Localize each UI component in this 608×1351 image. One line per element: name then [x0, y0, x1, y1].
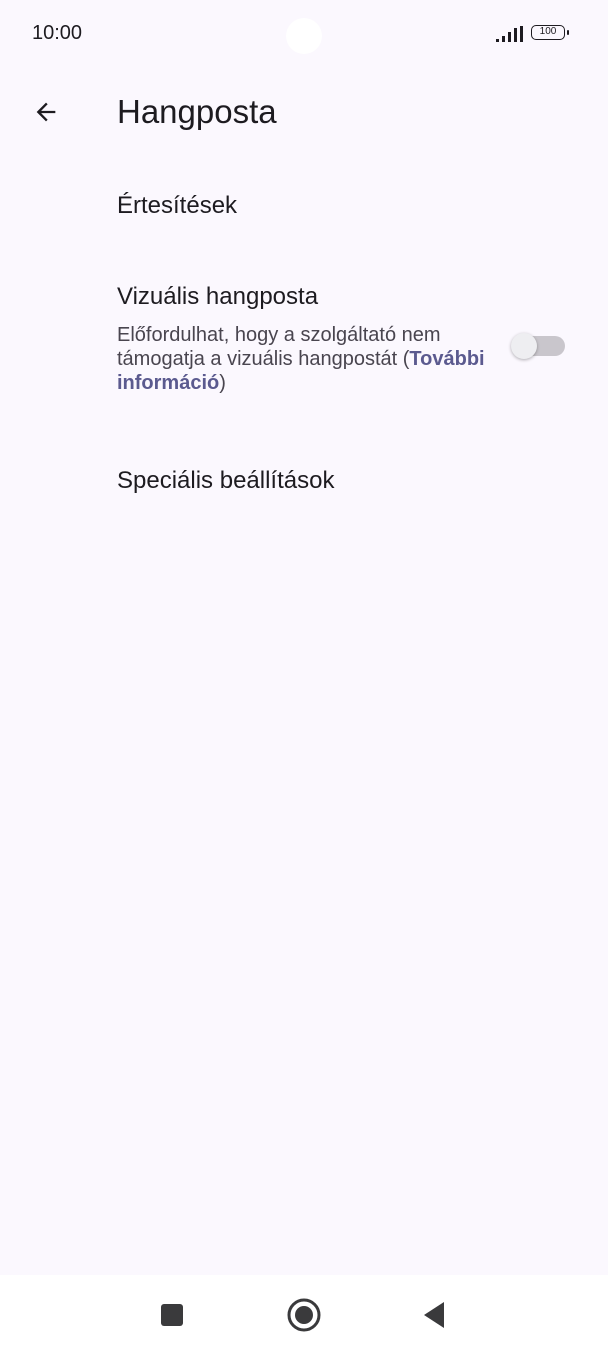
- app-bar: Hangposta: [0, 70, 608, 150]
- navigation-bar: [0, 1275, 608, 1351]
- advanced-settings[interactable]: Speciális beállítások: [0, 445, 608, 525]
- back-nav-button[interactable]: [412, 1293, 456, 1337]
- home-button[interactable]: [282, 1293, 326, 1337]
- page-title: Hangposta: [117, 93, 277, 130]
- notifications-label: Értesítések: [117, 192, 238, 219]
- notifications-setting[interactable]: Értesítések: [0, 170, 608, 250]
- camera-cutout: [286, 18, 322, 54]
- back-button[interactable]: [24, 90, 68, 134]
- visual-voicemail-description: Előfordulhat, hogy a szolgáltató nem tám…: [117, 323, 487, 395]
- status-bar: 10:00 100: [0, 0, 608, 70]
- visual-voicemail-toggle[interactable]: [511, 333, 565, 359]
- battery-level: 100: [539, 26, 557, 37]
- circle-icon: [287, 1298, 321, 1332]
- triangle-left-icon: [424, 1302, 444, 1328]
- arrow-left-icon: [36, 102, 56, 122]
- battery-icon: 100: [531, 25, 569, 40]
- advanced-settings-label: Speciális beállítások: [117, 467, 335, 494]
- toggle-thumb: [511, 333, 537, 359]
- visual-voicemail-description-end: ): [219, 372, 226, 394]
- signal-icon: [496, 26, 523, 42]
- square-icon: [161, 1304, 183, 1326]
- visual-voicemail-label: Vizuális hangposta: [117, 283, 319, 310]
- recents-button[interactable]: [150, 1293, 194, 1337]
- status-time: 10:00: [32, 22, 83, 44]
- visual-voicemail-description-text: Előfordulhat, hogy a szolgáltató nem tám…: [117, 324, 441, 370]
